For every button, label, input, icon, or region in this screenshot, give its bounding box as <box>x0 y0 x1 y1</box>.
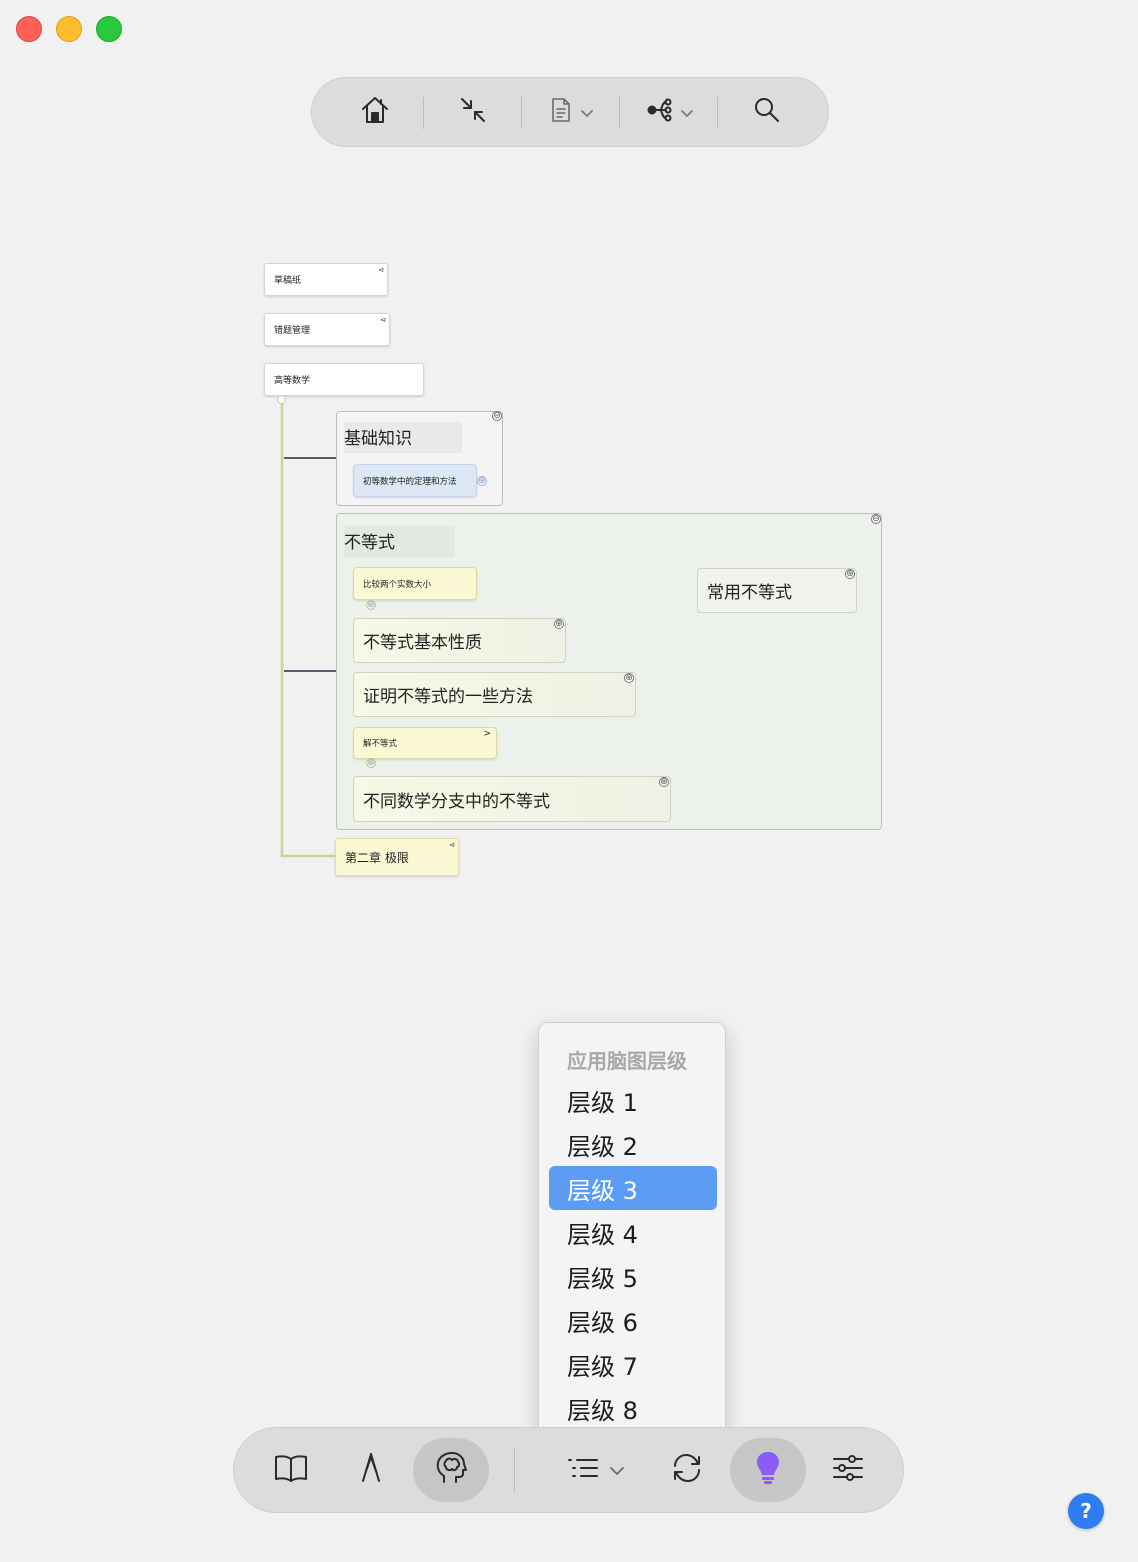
level-menu: 应用脑图层级 层级 1 层级 2 层级 3 层级 4 层级 5 层级 6 层级 … <box>538 1022 726 1438</box>
menu-header: 应用脑图层级 <box>567 1049 687 1073</box>
menu-item-level-4[interactable]: 层级 4 <box>549 1210 717 1254</box>
pen-button[interactable] <box>333 1438 409 1502</box>
card-node[interactable]: 证明不等式的一些方法 <box>353 672 636 717</box>
chevron-down-icon <box>609 1461 625 1480</box>
app-window: 草稿纸 ⊲ 错题管理 ⊲ 高等数学 基础知识 ⊖ 初等数学中的定理和方法 ⊕ 不… <box>0 0 1138 1562</box>
chevron-right-icon: > <box>483 729 491 739</box>
notebook-label: 高等数学 <box>274 376 311 386</box>
group-basics[interactable]: 基础知识 ⊖ 初等数学中的定理和方法 ⊕ <box>336 411 503 506</box>
notebook-label: 错题管理 <box>274 326 311 336</box>
collapse-toggle[interactable] <box>277 395 286 404</box>
menu-item-level-3[interactable]: 层级 3 <box>549 1166 717 1210</box>
menu-item-level-8[interactable]: 层级 8 <box>549 1386 717 1430</box>
notebook-label: 草稿纸 <box>274 276 302 286</box>
lightbulb-icon <box>755 1450 781 1490</box>
notebook-node[interactable]: 错题管理 ⊲ <box>264 313 390 346</box>
menu-item-level-1[interactable]: 层级 1 <box>549 1078 717 1122</box>
list-icon <box>565 1456 601 1484</box>
list-menu-button[interactable] <box>552 1438 638 1502</box>
notebook-node[interactable]: 草稿纸 ⊲ <box>264 263 388 296</box>
group-title: 基础知识 <box>344 422 462 453</box>
mindmap-mode-button[interactable] <box>413 1438 489 1502</box>
mindmap-link-icon: ⊲ <box>378 266 384 274</box>
book-button[interactable] <box>253 1438 329 1502</box>
group-inequalities[interactable]: 不等式 ⊖ 比较两个实数大小 ⊕ 常用不等式 ⊕ 不等式基本性质 ⊕ 证明不等式… <box>336 513 882 830</box>
lightbulb-button[interactable] <box>730 1438 806 1502</box>
expand-toggle[interactable]: ⊕ <box>845 569 855 579</box>
card-node[interactable]: 不等式基本性质 <box>353 618 566 663</box>
bottom-toolbar <box>233 1427 904 1513</box>
chapter-node[interactable]: 第二章 极限 ⊲ <box>335 838 459 876</box>
sync-button[interactable] <box>649 1438 725 1502</box>
pen-nib-icon <box>358 1451 384 1489</box>
card-node[interactable]: 解不等式 > <box>353 727 497 759</box>
expand-toggle[interactable]: ⊕ <box>366 600 376 610</box>
sliders-icon <box>832 1454 864 1486</box>
brain-icon <box>434 1450 468 1490</box>
expand-toggle[interactable]: ⊕ <box>366 758 376 768</box>
settings-sliders-button[interactable] <box>810 1438 886 1502</box>
sync-icon <box>669 1450 705 1490</box>
expand-toggle[interactable]: ⊕ <box>659 777 669 787</box>
card-node[interactable]: 常用不等式 <box>697 568 857 613</box>
card-node[interactable]: 初等数学中的定理和方法 <box>353 464 477 497</box>
card-node[interactable]: 比较两个实数大小 <box>353 567 477 600</box>
menu-item-level-7[interactable]: 层级 7 <box>549 1342 717 1386</box>
notebook-node-root[interactable]: 高等数学 <box>264 363 424 396</box>
expand-toggle[interactable]: ⊕ <box>554 619 564 629</box>
collapse-toggle[interactable]: ⊖ <box>492 411 502 421</box>
collapse-toggle[interactable]: ⊖ <box>871 514 881 524</box>
mindmap-link-icon: ⊲ <box>449 841 455 849</box>
expand-toggle[interactable]: ⊕ <box>477 476 487 486</box>
mindmap-link-icon: ⊲ <box>380 316 386 324</box>
help-button[interactable]: ? <box>1068 1493 1104 1529</box>
menu-item-level-5[interactable]: 层级 5 <box>549 1254 717 1298</box>
group-title: 不等式 <box>344 526 455 557</box>
expand-toggle[interactable]: ⊕ <box>624 673 634 683</box>
mindmap-connectors <box>280 398 336 858</box>
card-node[interactable]: 不同数学分支中的不等式 <box>353 776 671 822</box>
menu-item-level-6[interactable]: 层级 6 <box>549 1298 717 1342</box>
book-icon <box>273 1453 309 1487</box>
menu-item-level-2[interactable]: 层级 2 <box>549 1122 717 1166</box>
